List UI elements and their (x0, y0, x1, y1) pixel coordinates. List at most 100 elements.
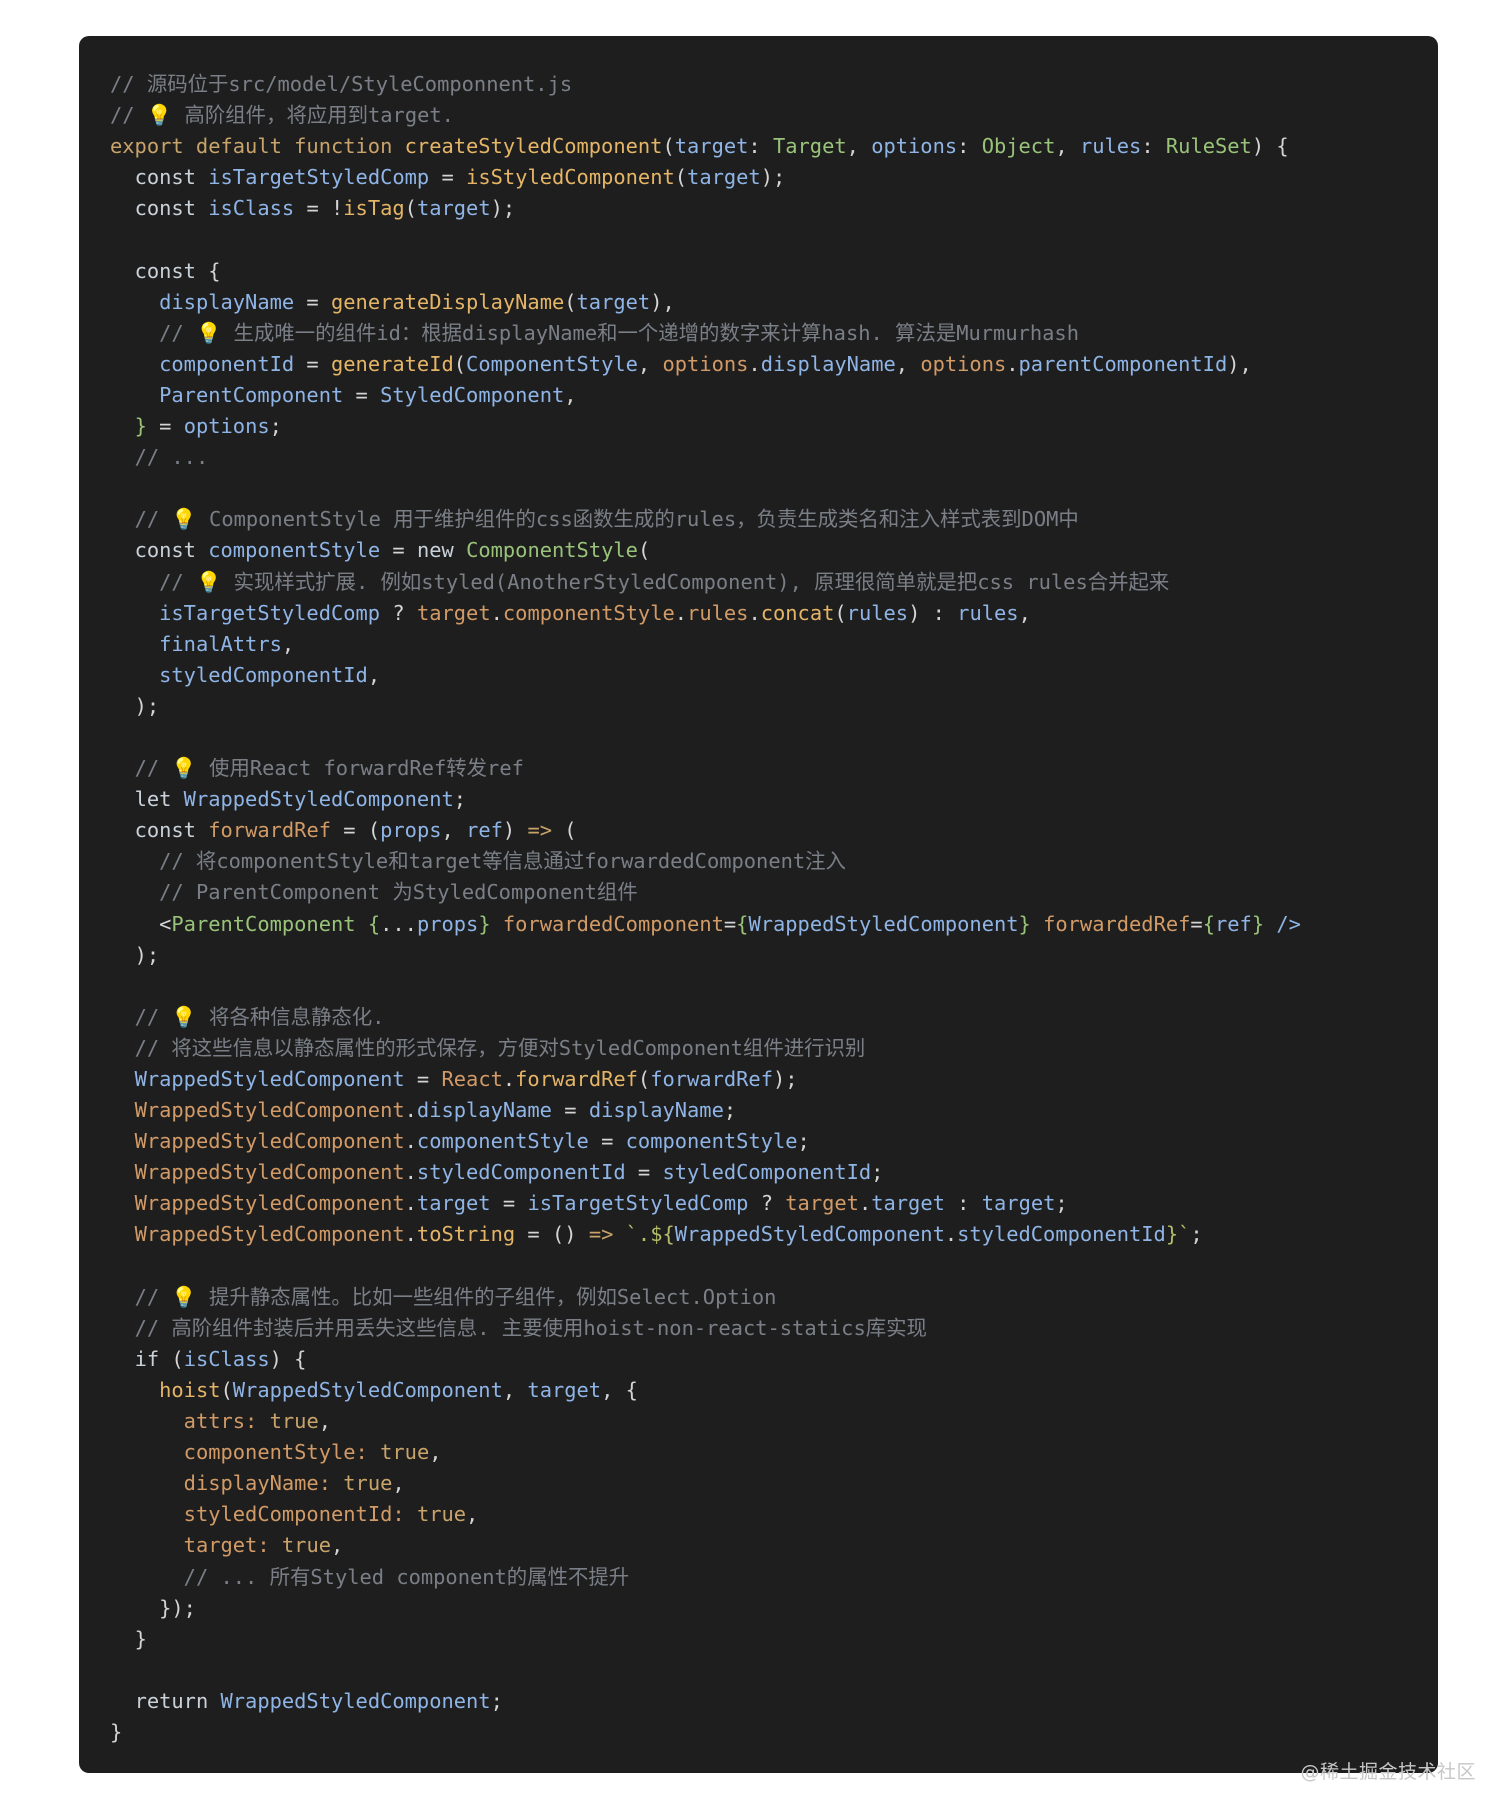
code-token-variable: options (183, 414, 270, 439)
code-token-punctuation: ; (797, 1129, 810, 1154)
code-token-default (110, 414, 135, 438)
code-token-variable: componentStyle (625, 1129, 798, 1154)
code-token-keyword2: return (134, 1688, 221, 1713)
code-token-variable: target (687, 165, 761, 190)
code-token-comment: // 💡 将各种信息静态化. (134, 1004, 385, 1029)
code-token-default (110, 663, 159, 687)
code-line: // ParentComponent 为StyledComponent组件 (110, 877, 1428, 908)
code-token-keyword2: let (134, 787, 184, 812)
code-token-punctuation: . (944, 1222, 958, 1247)
code-token-variable: rules (846, 600, 909, 625)
code-token-punctuation: ; (269, 414, 282, 439)
code-token-type: ComponentStyle (466, 538, 638, 563)
code-token-punctuation: = (490, 1191, 528, 1216)
code-token-default (110, 1565, 184, 1589)
code-token-type: { (1202, 911, 1215, 936)
code-token-comment: // 💡 ComponentStyle 用于维护组件的css函数生成的rules… (134, 507, 1079, 532)
code-token-default (110, 1378, 159, 1402)
code-token-punctuation: , (1055, 134, 1080, 159)
code-line: export default function createStyledComp… (110, 131, 1428, 162)
code-token-variable: isTargetStyledComp (208, 165, 430, 190)
code-token-punctuation: ); (772, 1067, 798, 1091)
code-token-variable: WrappedStyledComponent (748, 911, 1019, 936)
code-token-function: isStyledComponent (466, 165, 675, 190)
code-token-default (110, 1689, 135, 1713)
code-token-punctuation: = () (515, 1222, 589, 1247)
code-token-punctuation: , (441, 818, 467, 843)
code-token-punctuation: = (343, 382, 381, 407)
code-token-keyword: true (416, 1502, 467, 1527)
code-line: const forwardRef = (props, ref) => ( (110, 815, 1428, 846)
code-token-punctuation: ( (834, 600, 847, 625)
code-token-function: hoist (159, 1377, 221, 1402)
code-token-default (110, 196, 135, 220)
code-token-punctuation: , (637, 351, 663, 376)
code-token-variable: rules (957, 600, 1019, 625)
code-token-type: } (1018, 911, 1031, 936)
code-token-punctuation (405, 1502, 417, 1526)
code-token-property: target (785, 1191, 859, 1216)
code-token-property: WrappedStyledComponent (134, 1098, 405, 1123)
code-token-punctuation: , (318, 1409, 332, 1434)
code-token-variable: StyledComponent (380, 382, 565, 407)
code-token-punctuation: . (858, 1191, 872, 1216)
code-token-keyword: true (269, 1409, 319, 1434)
code-line: } = options; (110, 411, 1428, 442)
code-token-function: forwardRef (515, 1067, 638, 1091)
code-token-function: generateId (331, 351, 454, 376)
code-token-keyword: true (281, 1533, 331, 1558)
code-line: } (110, 1717, 1428, 1748)
code-token-punctuation (257, 1409, 269, 1433)
code-token-type: ParentComponent (171, 911, 356, 936)
code-token-property: WrappedStyledComponent (134, 1160, 405, 1185)
code-token-variable: isClass (183, 1346, 270, 1371)
code-token-variable: target (674, 134, 749, 159)
code-token-punctuation: = ( (331, 818, 381, 843)
code-token-property: React (441, 1067, 503, 1091)
code-token-punctuation: , (895, 351, 921, 376)
code-token-default (110, 1627, 135, 1651)
code-token-function: toString (416, 1222, 516, 1247)
code-line: // 高阶组件封装后并用丢失这些信息. 主要使用hoist-non-react-… (110, 1313, 1428, 1344)
code-token-variable: WrappedStyledComponent (134, 1067, 405, 1091)
code-token-variable: displayName (159, 289, 295, 314)
code-token-variable: styledComponentId (159, 662, 368, 687)
code-token-default (110, 570, 159, 594)
code-token-punctuation: ( (552, 818, 577, 843)
code-token-variable: target (576, 289, 651, 314)
code-line: if (isClass) { (110, 1344, 1428, 1375)
code-token-variable: ref (466, 818, 503, 843)
code-token-punctuation (331, 1471, 343, 1495)
code-line: isTargetStyledComp ? target.componentSty… (110, 598, 1428, 629)
code-token-property: forwardedComponent (502, 911, 724, 936)
code-token-punctuation: . (748, 600, 761, 625)
code-token-variable: WrappedStyledComponent (183, 787, 454, 812)
code-token-default (110, 756, 135, 780)
code-line: hoist(WrappedStyledComponent, target, { (110, 1375, 1428, 1406)
code-token-variable: ref (1214, 911, 1252, 936)
code-token-default (110, 694, 135, 718)
code-line: displayName = generateDisplayName(target… (110, 287, 1428, 318)
code-token-comment: // 💡 使用React forwardRef转发ref (134, 756, 524, 781)
code-token-default (110, 787, 135, 811)
code-token-punctuation: . (404, 1160, 417, 1185)
code-line: attrs: true, (110, 1406, 1428, 1437)
code-token-variable: componentId (159, 351, 295, 376)
code-token-punctuation: . (1006, 351, 1019, 376)
code-token-variable: options (871, 134, 958, 159)
code-token-punctuation: = (429, 165, 467, 190)
code-token-variable: displayName (588, 1098, 724, 1123)
code-line: target: true, (110, 1530, 1428, 1561)
code-token-punctuation: = (551, 1098, 589, 1123)
code-token-comment: // ParentComponent 为StyledComponent组件 (159, 880, 638, 905)
code-token-variable: target (416, 196, 491, 221)
code-token-punctuation: = (1190, 911, 1203, 936)
code-token-punctuation: = (380, 538, 417, 563)
code-token-punctuation: . (502, 1067, 516, 1091)
code-token-default (110, 1596, 159, 1620)
code-token-comment: // ... 所有Styled component的属性不提升 (183, 1564, 630, 1589)
code-token-comment: // 源码位于src/model/StyleComponnent.js (110, 72, 573, 96)
